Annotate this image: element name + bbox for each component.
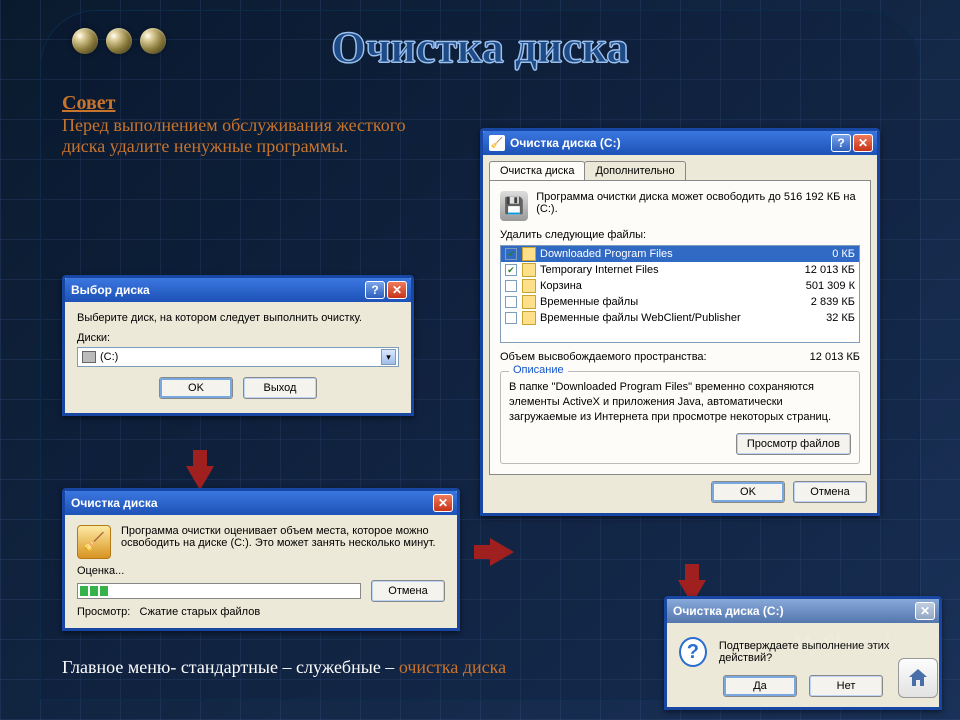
slide-title: Очистка диска: [0, 22, 960, 73]
cancel-button[interactable]: Отмена: [793, 481, 867, 503]
instruction-text: Выберите диск, на котором следует выполн…: [77, 312, 399, 324]
file-checkbox[interactable]: ✔: [505, 264, 517, 276]
intro-text: Программа очистки диска может освободить…: [536, 191, 860, 221]
progress-dialog: Очистка диска ✕ Программа очистки оценив…: [62, 488, 460, 631]
file-list[interactable]: ✔ Downloaded Program Files0 КБ ✔ Temporary …: [500, 245, 860, 343]
file-list-row[interactable]: Временные файлы2 839 КБ: [501, 294, 859, 310]
tab-advanced[interactable]: Дополнительно: [584, 161, 685, 180]
menu-path: Главное меню- стандартные – служебные – …: [62, 657, 522, 678]
file-name: Временные файлы WebClient/Publisher: [540, 312, 785, 324]
titlebar[interactable]: Очистка диска ✕: [65, 491, 457, 515]
file-checkbox[interactable]: [505, 312, 517, 324]
freed-space-value: 12 013 КБ: [810, 351, 860, 363]
file-size: 12 013 КБ: [785, 264, 855, 276]
file-checkbox[interactable]: [505, 296, 517, 308]
file-list-row[interactable]: ✔ Temporary Internet Files12 013 КБ: [501, 262, 859, 278]
description-text: В папке "Downloaded Program Files" време…: [509, 380, 851, 425]
file-size: 2 839 КБ: [785, 296, 855, 308]
help-button[interactable]: ?: [365, 281, 385, 299]
no-button[interactable]: Нет: [809, 675, 883, 697]
file-name: Временные файлы: [540, 296, 785, 308]
progress-label: Оценка...: [77, 565, 445, 577]
delete-files-label: Удалить следующие файлы:: [500, 229, 860, 241]
cancel-button[interactable]: Отмена: [371, 580, 445, 602]
cleanup-icon: [77, 525, 111, 559]
file-list-row[interactable]: ✔ Downloaded Program Files0 КБ: [501, 246, 859, 262]
titlebar-text: Очистка диска (C:): [510, 136, 829, 150]
flow-arrow-icon: [490, 538, 514, 566]
selected-drive: (C:): [100, 351, 118, 363]
app-icon: 🧹: [489, 135, 505, 151]
close-button[interactable]: ✕: [853, 134, 873, 152]
file-size: 501 309 К: [785, 280, 855, 292]
file-checkbox[interactable]: ✔: [505, 248, 517, 260]
path-prefix: Главное меню- стандартные – служебные –: [62, 657, 399, 677]
file-size: 32 КБ: [785, 312, 855, 324]
titlebar[interactable]: Очистка диска (C:) ✕: [667, 599, 939, 623]
viewing-value: Сжатие старых файлов: [139, 606, 260, 618]
file-name: Downloaded Program Files: [540, 248, 785, 260]
file-list-row[interactable]: Временные файлы WebClient/Publisher32 КБ: [501, 310, 859, 326]
file-icon: [522, 279, 536, 293]
help-button[interactable]: ?: [831, 134, 851, 152]
close-button[interactable]: ✕: [915, 602, 935, 620]
drives-label: Диски:: [77, 332, 399, 344]
tip-title: Совет: [62, 92, 115, 114]
drive-combobox[interactable]: (C:) ▾: [77, 347, 399, 367]
exit-button[interactable]: Выход: [243, 377, 317, 399]
chevron-down-icon[interactable]: ▾: [381, 349, 396, 365]
home-button[interactable]: [898, 658, 938, 698]
file-icon: [522, 311, 536, 325]
disk-icon: [500, 191, 528, 221]
titlebar[interactable]: 🧹 Очистка диска (C:) ? ✕: [483, 131, 877, 155]
titlebar-text: Очистка диска: [71, 496, 431, 510]
viewing-label: Просмотр:: [77, 606, 130, 618]
view-files-button[interactable]: Просмотр файлов: [736, 433, 851, 455]
cleanup-main-dialog: 🧹 Очистка диска (C:) ? ✕ Очистка диска Д…: [480, 128, 880, 516]
tip-block: Совет Перед выполнением обслуживания жес…: [62, 92, 412, 157]
file-icon: [522, 295, 536, 309]
close-button[interactable]: ✕: [433, 494, 453, 512]
file-name: Корзина: [540, 280, 785, 292]
ok-button[interactable]: OK: [711, 481, 785, 503]
ok-button[interactable]: OK: [159, 377, 233, 399]
watermark: MyShared: [792, 630, 890, 656]
close-button[interactable]: ✕: [387, 281, 407, 299]
freed-space-label: Объем высвобождаемого пространства:: [500, 351, 707, 363]
yes-button[interactable]: Да: [723, 675, 797, 697]
file-icon: [522, 247, 536, 261]
path-accent: очистка диска: [399, 657, 506, 677]
question-icon: ?: [679, 637, 707, 667]
titlebar[interactable]: Выбор диска ? ✕: [65, 278, 411, 302]
file-checkbox[interactable]: [505, 280, 517, 292]
file-size: 0 КБ: [785, 248, 855, 260]
drive-icon: [82, 351, 96, 363]
file-list-row[interactable]: Корзина501 309 К: [501, 278, 859, 294]
description-legend: Описание: [509, 364, 568, 376]
progress-message: Программа очистки оценивает объем места,…: [121, 525, 445, 559]
flow-arrow-icon: [186, 466, 214, 490]
titlebar-text: Выбор диска: [71, 283, 363, 297]
titlebar-text: Очистка диска (C:): [673, 604, 913, 618]
file-icon: [522, 263, 536, 277]
progress-bar: [77, 583, 361, 599]
tip-body: Перед выполнением обслуживания жесткого …: [62, 115, 406, 156]
tab-cleanup[interactable]: Очистка диска: [489, 161, 585, 180]
select-drive-dialog: Выбор диска ? ✕ Выберите диск, на которо…: [62, 275, 414, 416]
home-icon: [906, 666, 930, 690]
file-name: Temporary Internet Files: [540, 264, 785, 276]
